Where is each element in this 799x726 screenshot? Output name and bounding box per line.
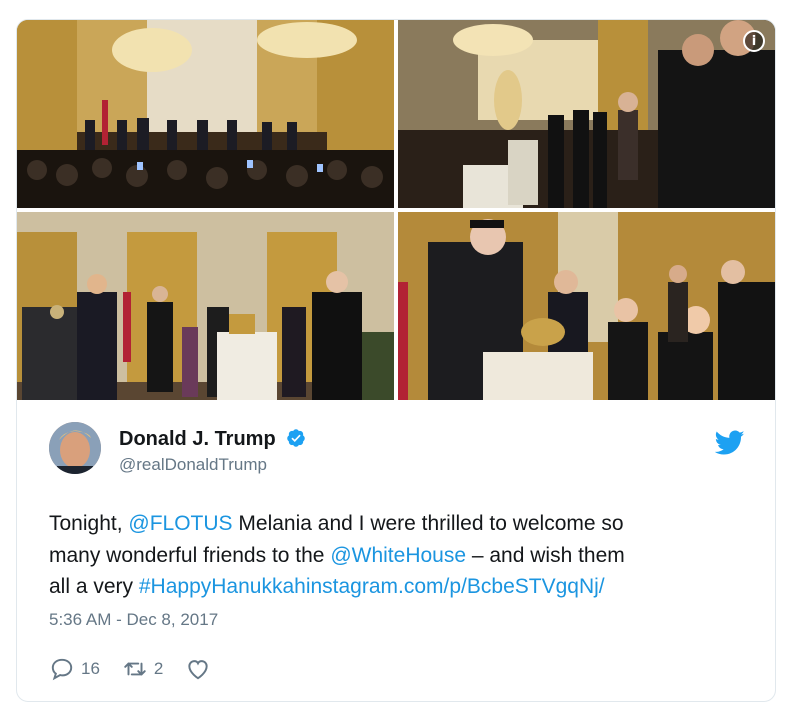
avatar[interactable] (49, 422, 101, 474)
tweet-line-2: many wonderful friends to the @WhiteHous… (49, 540, 749, 572)
tweet-header: Donald J. Trump @realDonaldTrump (49, 422, 749, 482)
text-segment: Tonight, (49, 512, 129, 535)
text-segment: Melania and I were thrilled to welcome s… (232, 512, 624, 535)
photo-1[interactable] (17, 20, 394, 208)
retweet-icon (124, 662, 146, 676)
reply-button[interactable]: 16 (49, 656, 100, 682)
heart-icon (188, 660, 209, 680)
tweet-line-3: all a very #HappyHanukkahinstagram.com/p… (49, 571, 749, 603)
photo-3[interactable] (17, 212, 394, 400)
twitter-bird-icon[interactable] (715, 430, 745, 456)
display-name[interactable]: Donald J. Trump (119, 428, 276, 451)
handle[interactable]: @realDonaldTrump (119, 455, 306, 475)
mention-flotus[interactable]: @FLOTUS (128, 512, 232, 535)
timestamp[interactable]: 5:36 AM - Dec 8, 2017 (49, 610, 218, 630)
tweet-line-1: Tonight, @FLOTUS Melania and I were thri… (49, 508, 749, 540)
tweet-text: Tonight, @FLOTUS Melania and I were thri… (49, 508, 749, 603)
action-bar: 16 2 (49, 654, 239, 684)
retweet-count: 2 (153, 659, 164, 678)
media-grid: i (17, 20, 775, 400)
author-names: Donald J. Trump @realDonaldTrump (119, 428, 306, 475)
text-segment: – and wish them (466, 543, 625, 567)
hashtag-link[interactable]: #HappyHanukkahinstagram.com/p/BcbeSTVgqN… (139, 575, 605, 598)
retweet-button[interactable]: 2 (122, 656, 163, 682)
like-button[interactable] (185, 656, 217, 682)
photo-4[interactable] (398, 212, 775, 400)
text-segment: all a very (49, 575, 139, 598)
reply-count: 16 (81, 659, 100, 678)
info-icon[interactable]: i (743, 30, 765, 52)
mention-whitehouse[interactable]: @WhiteHouse (330, 544, 466, 567)
photo-2[interactable]: i (398, 20, 775, 208)
verified-badge-icon (287, 429, 305, 447)
tweet-card: i Donald J. Trump @realDonaldTrump Tonig… (16, 19, 776, 702)
text-segment: many wonderful friends to the (49, 543, 331, 567)
reply-icon (51, 658, 73, 681)
